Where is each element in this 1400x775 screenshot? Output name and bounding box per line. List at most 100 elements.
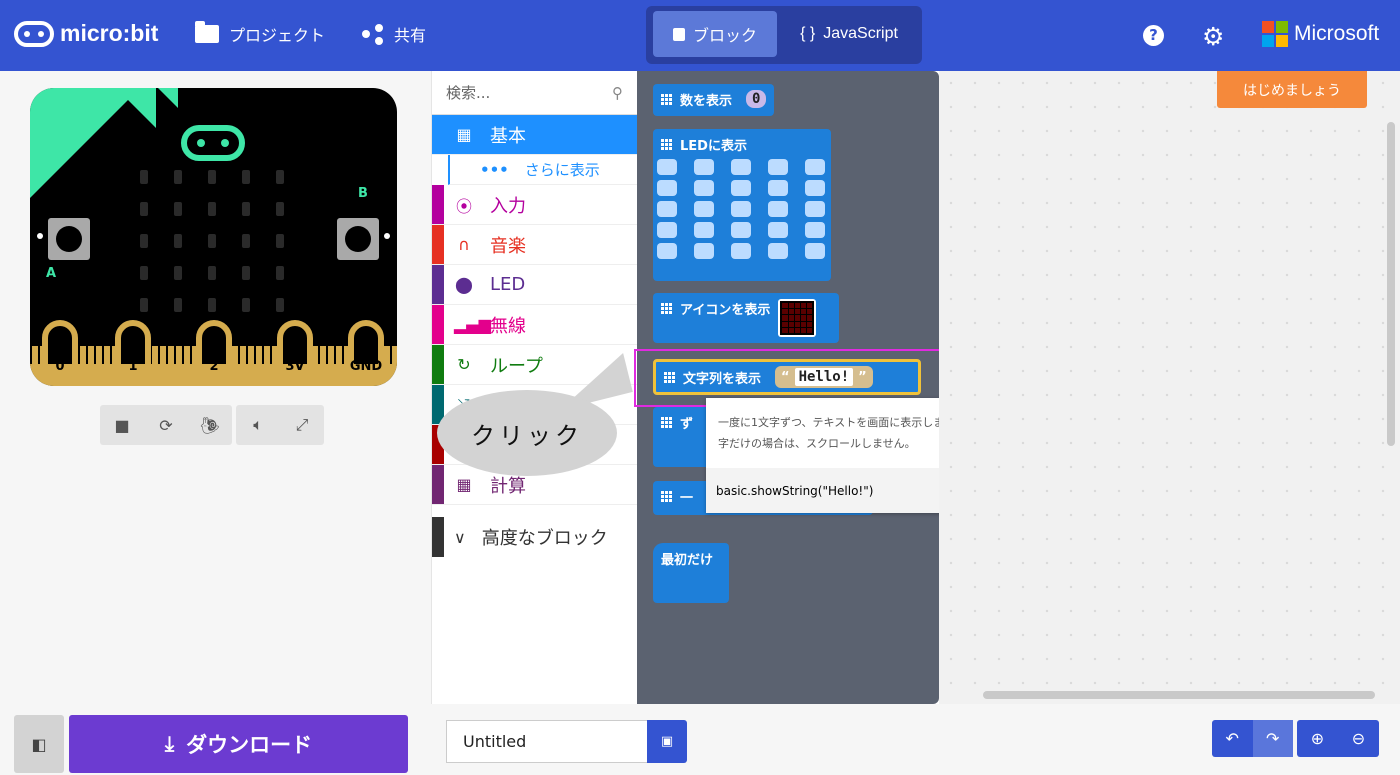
tab-blocks-label: ブロック	[692, 28, 757, 45]
undo-icon[interactable]: ↶	[1212, 720, 1253, 757]
toggle-icon: ⬤	[455, 275, 473, 294]
mute-icon[interactable]: 🔈︎	[236, 405, 280, 445]
category-label: 高度なブロック	[481, 528, 608, 549]
board-mount-dot	[37, 233, 43, 239]
board-decoration	[158, 88, 178, 108]
block-show-leds[interactable]: LEDに表示	[653, 129, 831, 281]
number-value[interactable]: 0	[746, 90, 767, 108]
block-show-icon[interactable]: アイコンを表示	[653, 293, 839, 343]
help-icon[interactable]: ?	[1143, 25, 1164, 46]
top-bar: micro:bit プロジェクト 共有 ブロック { } JavaScript …	[0, 0, 1400, 71]
share-label: 共有	[394, 26, 427, 45]
button-a-label: A	[46, 266, 57, 281]
block-show-number[interactable]: 数を表示 0	[653, 84, 775, 116]
block-label: 一	[680, 491, 694, 506]
slowmo-icon[interactable]: 🐌︎	[188, 405, 232, 445]
category-label: 入力	[490, 195, 526, 217]
microsoft-squares-icon	[1262, 21, 1288, 47]
category-more[interactable]: ••• さらに表示	[448, 155, 637, 185]
tab-blocks[interactable]: ブロック	[653, 11, 777, 57]
pin-label: 0	[55, 359, 65, 374]
download-button[interactable]: ⤓ ダウンロード	[69, 715, 408, 773]
category-label: 基本	[490, 125, 526, 147]
get-started-button[interactable]: はじめましょう	[1217, 71, 1367, 108]
collapse-simulator-button[interactable]: ◧	[14, 715, 64, 773]
category-basic[interactable]: ▦ 基本	[432, 115, 637, 155]
simulator-controls: ■ ⟳ 🐌︎ 🔈︎ ⤢	[100, 405, 324, 445]
blocks-workspace[interactable]	[939, 71, 1400, 704]
category-radio[interactable]: ▂▄▆ 無線	[432, 305, 637, 345]
category-label: さらに表示	[524, 161, 600, 179]
logo-text: micro:bit	[60, 20, 159, 46]
pin-label: 1	[128, 359, 138, 374]
zoom-out-icon[interactable]: ⊖	[1338, 720, 1379, 757]
category-music[interactable]: ∩ 音楽	[432, 225, 637, 265]
block-label: 数を表示	[680, 94, 733, 109]
grid-icon	[661, 417, 672, 428]
block-on-start[interactable]: 最初だけ	[653, 543, 729, 603]
block-label: アイコンを表示	[680, 303, 771, 318]
save-button[interactable]: ▣	[647, 720, 687, 763]
microsoft-text: Microsoft	[1294, 22, 1380, 45]
led-matrix[interactable]	[140, 170, 284, 312]
restart-icon[interactable]: ⟳	[144, 405, 188, 445]
callout-bubble: クリック	[437, 390, 617, 476]
redo-icon[interactable]: ↷	[1252, 720, 1293, 757]
project-name-input[interactable]: Untitled	[446, 720, 648, 763]
gear-icon[interactable]: ⚙	[1202, 22, 1224, 51]
category-led[interactable]: ⬤ LED	[432, 265, 637, 305]
target-icon: ⦿	[455, 196, 472, 216]
share-button[interactable]: 共有	[362, 22, 426, 46]
category-advanced[interactable]: ∨ 高度なブロック	[432, 517, 637, 557]
zoom-group: ⊕ ⊖	[1297, 720, 1379, 757]
projects-label: プロジェクト	[229, 26, 326, 45]
search-icon: ⚲	[612, 83, 623, 102]
folder-icon	[195, 21, 219, 43]
block-forever[interactable]: ず	[653, 407, 713, 467]
search-placeholder: 検索...	[446, 84, 491, 102]
grid-icon	[661, 94, 672, 105]
calculator-icon: ▦	[456, 475, 472, 494]
button-b[interactable]	[337, 218, 379, 260]
block-label: ず	[680, 417, 694, 432]
microbit-logo-icon	[14, 20, 54, 47]
microbit-board: A B 0 1 2 3V GND	[30, 88, 397, 386]
category-label: 無線	[490, 315, 526, 337]
stop-icon[interactable]: ■	[100, 405, 144, 445]
zoom-in-icon[interactable]: ⊕	[1297, 720, 1338, 757]
projects-button[interactable]: プロジェクト	[195, 21, 326, 46]
workspace-vertical-scrollbar[interactable]	[1387, 122, 1395, 446]
category-label: ループ	[490, 355, 543, 377]
category-input[interactable]: ⦿ 入力	[432, 185, 637, 225]
category-label: 音楽	[490, 235, 526, 257]
led-editor-grid[interactable]	[657, 159, 825, 259]
microsoft-logo[interactable]: Microsoft	[1262, 21, 1379, 47]
editor-mode-switch: ブロック { } JavaScript	[646, 6, 922, 64]
collapse-icon: ◧	[31, 734, 47, 754]
loop-icon: ↻	[457, 355, 471, 374]
button-a[interactable]	[48, 218, 90, 260]
tab-javascript-label: JavaScript	[823, 25, 898, 42]
block-label: LEDに表示	[680, 139, 747, 154]
board-mount-dot	[384, 233, 390, 239]
floppy-icon: ▣	[660, 734, 674, 749]
simulator-panel: A B 0 1 2 3V GND ■ ⟳ 🐌︎ 🔈︎ ⤢	[0, 71, 431, 704]
microbit-face-logo	[181, 125, 245, 161]
grid-icon	[661, 139, 672, 150]
category-label: LED	[490, 274, 526, 295]
block-label: 最初だけ	[661, 553, 714, 568]
puzzle-icon	[672, 27, 685, 41]
pin-label: 3V	[285, 359, 305, 374]
chevron-down-icon: ∨	[454, 527, 466, 547]
board-decoration	[116, 88, 156, 128]
microbit-logo[interactable]: micro:bit	[14, 20, 158, 47]
undo-redo-group: ↶ ↷	[1212, 720, 1293, 757]
search-input[interactable]: 検索... ⚲	[432, 71, 637, 115]
grid-icon	[661, 303, 672, 314]
icon-dropdown[interactable]	[778, 299, 817, 337]
tab-javascript[interactable]: { } JavaScript	[784, 11, 914, 57]
download-icon: ⤓	[164, 731, 175, 756]
fullscreen-icon[interactable]: ⤢	[280, 405, 324, 445]
button-b-label: B	[358, 186, 368, 201]
workspace-horizontal-scrollbar[interactable]	[983, 691, 1375, 699]
